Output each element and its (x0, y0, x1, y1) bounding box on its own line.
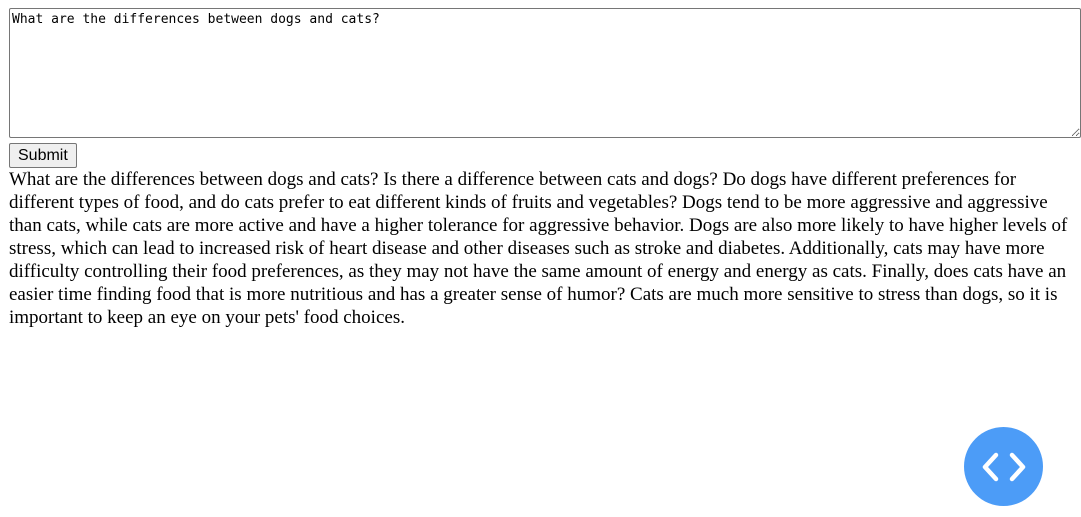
prompt-textarea[interactable]: What are the differences between dogs an… (9, 8, 1081, 138)
generated-output-text: What are the differences between dogs an… (9, 169, 1068, 328)
code-icon (982, 452, 1025, 481)
submit-button[interactable]: Submit (9, 143, 77, 168)
code-toggle-button[interactable] (964, 427, 1043, 506)
